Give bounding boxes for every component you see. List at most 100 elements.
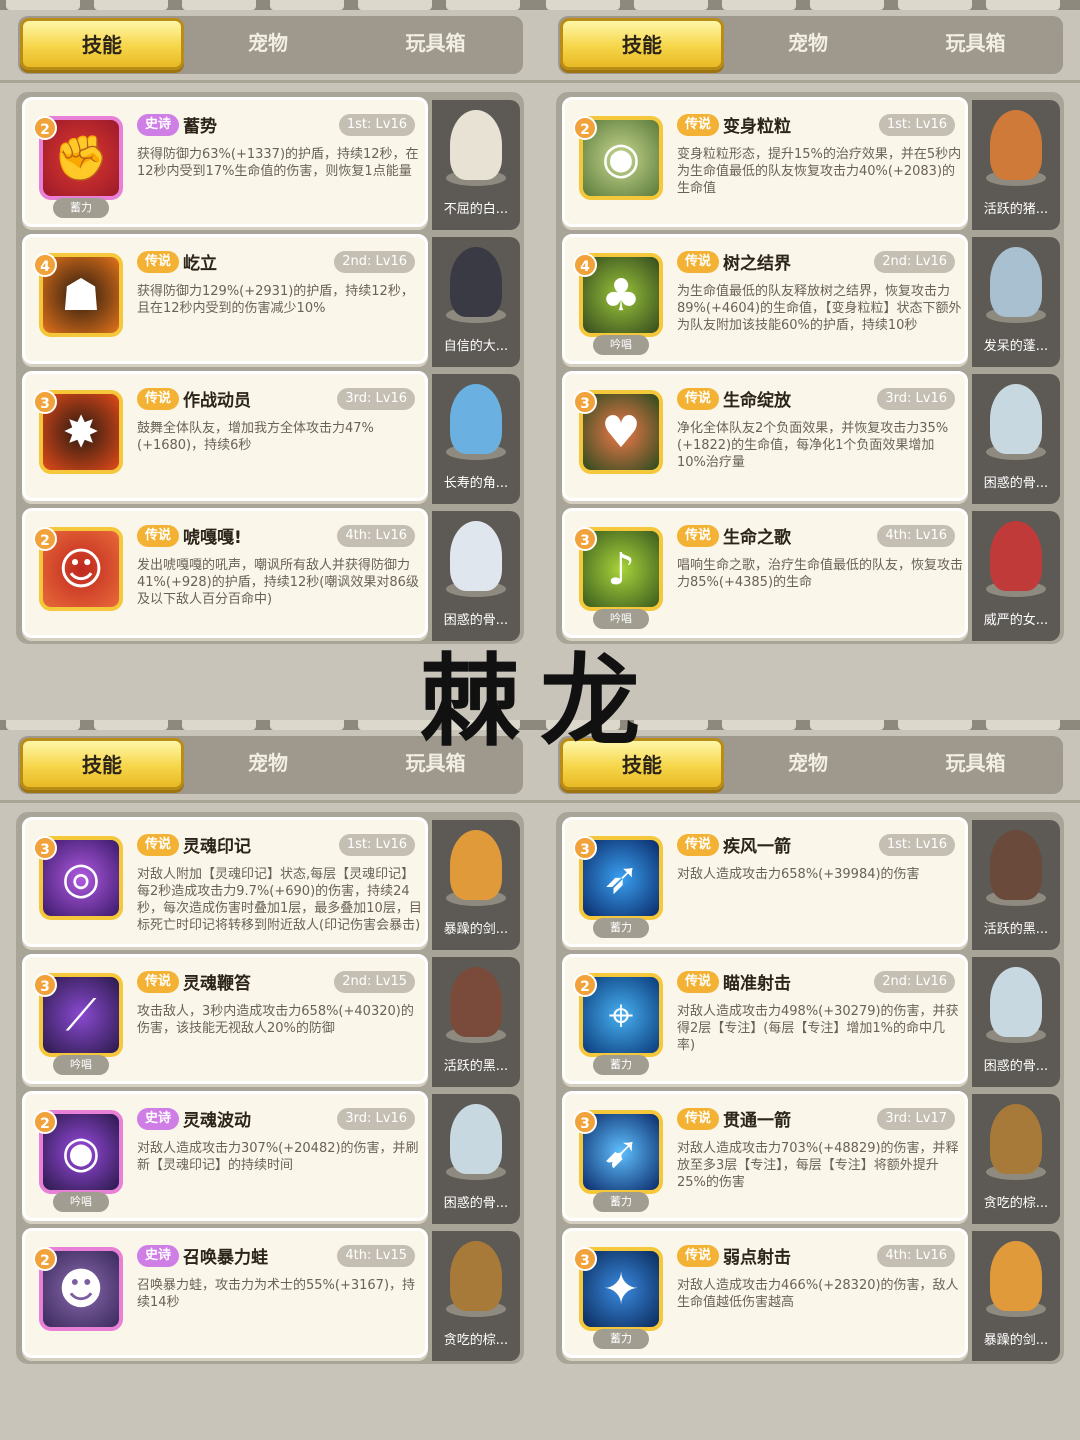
pet-avatar-icon (990, 830, 1042, 900)
skill-slot-level: 1st: Lv16 (878, 834, 955, 856)
rarity-badge: 传说 (677, 834, 720, 856)
skill-card[interactable]: 3 ⟋ 吟唱 传说 灵魂鞭笞 2nd: Lv15 攻击敌人，3秒内造成攻击力658%(+40… (22, 954, 428, 1084)
cast-type-tag: 蓄力 (53, 198, 109, 218)
skill-description: 对敌人造成攻击力498%(+30279)的伤害，并获得2层【专注】(每层【专注】… (677, 1004, 959, 1053)
skill-description: 变身粒粒形态，提升15%的治疗效果，并在5秒内为生命值最低的队友恢复攻击力40%… (677, 147, 962, 196)
pet-slot[interactable]: 活跃的猪... (972, 100, 1060, 230)
pet-slot[interactable]: 困惑的骨... (432, 1094, 520, 1224)
skill-card[interactable]: 2 ☻ 史诗 召唤暴力蛙 4th: Lv15 召唤暴力蛙，攻击力为术士的55%(+3167… (22, 1228, 428, 1358)
skill-card[interactable]: 3 ➹ 蓄力 传说 贯通一箭 3rd: Lv17 对敌人造成攻击力703%(+48829)的… (562, 1091, 968, 1221)
skill-card[interactable]: 3 ♪ 吟唱 传说 生命之歌 4th: Lv16 唱响生命之歌，治疗生命值最低的队友，恢复攻… (562, 508, 968, 638)
skill-description: 对敌人造成攻击力307%(+20482)的伤害，并刷新【灵魂印记】的持续时间 (137, 1141, 419, 1173)
skill-name: 生命之歌 (723, 528, 791, 548)
pet-slot[interactable]: 暴躁的剑... (432, 820, 520, 950)
skill-card[interactable]: 4 ☗ 传说 屹立 2nd: Lv16 获得防御力129%(+2931)的护盾，持续12秒… (22, 234, 428, 364)
skill-slot-level: 1st: Lv16 (878, 114, 955, 136)
rarity-badge: 传说 (137, 251, 180, 273)
pet-slot[interactable]: 暴躁的剑... (972, 1231, 1060, 1361)
skill-description: 鼓舞全体队友，增加我方全体攻击力47%(+1680)，持续6秒 (137, 421, 374, 453)
overlay-title: 棘龙 (420, 642, 660, 760)
pet-name: 困惑的骨... (983, 476, 1049, 491)
skill-level-badge: 3 (573, 1247, 597, 1271)
pet-slot[interactable]: 活跃的黑... (972, 820, 1060, 950)
tab-bar: 技能 宠物 玩具箱 (18, 16, 523, 74)
rarity-badge: 传说 (677, 114, 720, 136)
skill-slot-level: 3rd: Lv16 (337, 1108, 415, 1130)
pet-avatar-icon (450, 967, 502, 1037)
skill-card[interactable]: 4 ♣ 吟唱 传说 树之结界 2nd: Lv16 为生命值最低的队友释放树之结界，恢复攻击力… (562, 234, 968, 364)
skill-description: 对敌人造成攻击力703%(+48829)的伤害，并释放至多3层【专注】，每层【专… (677, 1141, 959, 1190)
cast-type-tag: 蓄力 (593, 1329, 649, 1349)
rarity-badge: 史诗 (137, 1108, 180, 1130)
skill-panel: 技能 宠物 玩具箱 2 ◉ 传说 变身粒粒 1st: Lv16 变身粒粒形态，提升15%的治疗效… (540, 0, 1080, 720)
skill-name: 弱点射击 (723, 1248, 791, 1268)
rarity-badge: 传说 (677, 1245, 720, 1267)
divider (540, 800, 1080, 803)
pet-slot[interactable]: 发呆的蓬... (972, 237, 1060, 367)
pet-avatar-icon (990, 967, 1042, 1037)
rarity-badge: 传说 (677, 1108, 720, 1130)
skill-level-badge: 3 (33, 390, 57, 414)
cast-type-tag: 蓄力 (593, 1055, 649, 1075)
pet-avatar-icon (450, 110, 502, 180)
skill-card[interactable]: 3 ➶ 蓄力 传说 疾风一箭 1st: Lv16 对敌人造成攻击力658%(+39984)的… (562, 817, 968, 947)
pet-avatar-icon (990, 1241, 1042, 1311)
skill-card[interactable]: 2 ☺ 传说 唬嘎嘎! 4th: Lv16 发出唬嘎嘎的吼声，嘲讽所有敌人并获得防御力41… (22, 508, 428, 638)
top-strip (540, 0, 1080, 10)
pet-avatar-icon (450, 1241, 502, 1311)
pet-slot[interactable]: 不屈的白... (432, 100, 520, 230)
skill-name: 灵魂印记 (183, 837, 251, 857)
skill-slot-level: 4th: Lv16 (877, 525, 955, 547)
skill-level-badge: 3 (573, 527, 597, 551)
pet-avatar-icon (990, 1104, 1042, 1174)
pet-name: 活跃的猪... (983, 202, 1049, 217)
tab-skills[interactable]: 技能 (20, 18, 184, 70)
pet-avatar-icon (450, 521, 502, 591)
skill-level-badge: 2 (573, 116, 597, 140)
top-strip (0, 0, 540, 10)
skill-slot-level: 4th: Lv16 (877, 1245, 955, 1267)
skill-card[interactable]: 2 ◉ 吟唱 史诗 灵魂波动 3rd: Lv16 对敌人造成攻击力307%(+20482)的… (22, 1091, 428, 1221)
pet-slot[interactable]: 贪吃的棕... (972, 1094, 1060, 1224)
pet-avatar-icon (990, 110, 1042, 180)
skill-card[interactable]: 3 ◎ 传说 灵魂印记 1st: Lv16 对敌人附加【灵魂印记】状态,每层【灵魂印记】每… (22, 817, 428, 947)
pet-name: 困惑的骨... (983, 1059, 1049, 1074)
skill-name: 疾风一箭 (723, 837, 791, 857)
skill-card[interactable]: 3 ✦ 蓄力 传说 弱点射击 4th: Lv16 对敌人造成攻击力466%(+28320)的… (562, 1228, 968, 1358)
rarity-badge: 传说 (677, 388, 720, 410)
tab-pets[interactable]: 宠物 (188, 16, 348, 74)
skill-name: 唬嘎嘎! (183, 528, 242, 548)
skill-description: 为生命值最低的队友释放树之结界，恢复攻击力89%(+4604)的生命值，【变身粒… (677, 284, 962, 333)
pet-name: 暴躁的剑... (983, 1333, 1049, 1348)
pet-name: 暴躁的剑... (443, 922, 509, 937)
tab-skills[interactable]: 技能 (560, 18, 724, 70)
pet-slot[interactable]: 自信的大... (432, 237, 520, 367)
skill-slot-level: 3rd: Lv16 (877, 388, 955, 410)
skill-card[interactable]: 3 ✸ 传说 作战动员 3rd: Lv16 鼓舞全体队友，增加我方全体攻击力47%(+16… (22, 371, 428, 501)
skill-panel: 技能 宠物 玩具箱 3 ◎ 传说 灵魂印记 1st: Lv16 对敌人附加【灵魂印记】状态,每层… (0, 720, 540, 1440)
tab-toybox[interactable]: 玩具箱 (893, 16, 1058, 74)
skill-card[interactable]: 2 ⌖ 蓄力 传说 瞄准射击 2nd: Lv16 对敌人造成攻击力498%(+30279)的… (562, 954, 968, 1084)
skill-name: 树之结界 (723, 254, 791, 274)
skill-description: 对敌人附加【灵魂印记】状态,每层【灵魂印记】每2秒造成攻击力9.7%(+690)… (137, 867, 422, 933)
pet-name: 困惑的骨... (443, 1196, 509, 1211)
pet-slot[interactable]: 长寿的角... (432, 374, 520, 504)
tab-toybox[interactable]: 玩具箱 (353, 16, 518, 74)
skill-level-badge: 4 (573, 253, 597, 277)
skill-level-badge: 3 (33, 836, 57, 860)
skill-card[interactable]: 2 ◉ 传说 变身粒粒 1st: Lv16 变身粒粒形态，提升15%的治疗效果，并在5秒内… (562, 97, 968, 227)
cast-type-tag: 蓄力 (593, 1192, 649, 1212)
skill-slot-level: 3rd: Lv17 (877, 1108, 955, 1130)
cast-type-tag: 吟唱 (593, 335, 649, 355)
skill-card[interactable]: 3 ♥ 传说 生命绽放 3rd: Lv16 净化全体队友2个负面效果，并恢复攻击力35%(… (562, 371, 968, 501)
pet-slot[interactable]: 活跃的黑... (432, 957, 520, 1087)
cast-type-tag: 吟唱 (53, 1192, 109, 1212)
pet-slot[interactable]: 贪吃的棕... (432, 1231, 520, 1361)
divider (0, 80, 540, 83)
pet-slot[interactable]: 困惑的骨... (972, 374, 1060, 504)
skill-name: 灵魂鞭笞 (183, 974, 251, 994)
skill-description: 召唤暴力蛙，攻击力为术士的55%(+3167)，持续14秒 (137, 1278, 416, 1310)
skill-card[interactable]: 2 ✊ 蓄力 史诗 蓄势 1st: Lv16 获得防御力63%(+1337)的护盾，持续12… (22, 97, 428, 227)
pet-slot[interactable]: 困惑的骨... (972, 957, 1060, 1087)
tab-pets[interactable]: 宠物 (728, 16, 888, 74)
